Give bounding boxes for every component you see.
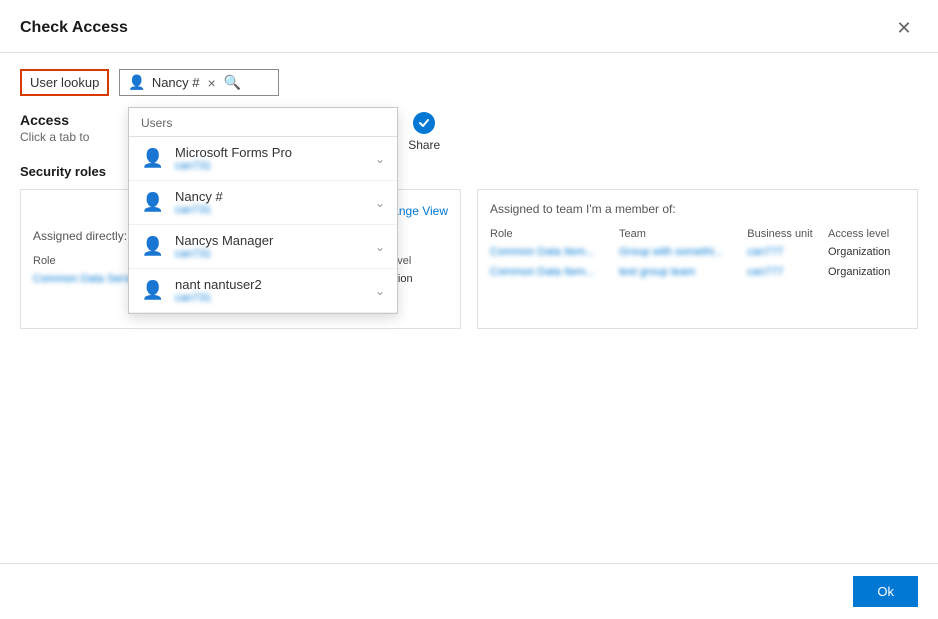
dropdown-item-sub: can731	[175, 204, 365, 216]
list-item[interactable]: 👤 Nancy # can731 ⌄	[129, 181, 397, 225]
team-cell: test group team	[619, 266, 695, 278]
dropdown-item-text: Nancys Manager can731	[175, 233, 365, 260]
role-cell: Common Data Item...	[490, 266, 595, 278]
dropdown-item-name: Nancy #	[175, 189, 365, 204]
table-row: Common Data Item... Group with somethi..…	[490, 242, 905, 262]
dropdown-item-name: nant nantuser2	[175, 277, 365, 292]
chevron-down-icon: ⌄	[375, 196, 385, 210]
col-access-level: Access level	[828, 226, 905, 242]
check-access-dialog: Check Access ✕ User lookup 👤 Nancy # × 🔍…	[0, 0, 938, 619]
dropdown-item-sub: can731	[175, 248, 365, 260]
role-cell: Common Data Item...	[490, 246, 595, 258]
access-level-cell: Organization	[828, 266, 890, 278]
dialog-body: User lookup 👤 Nancy # × 🔍 Users 👤 Micros…	[0, 53, 938, 563]
dropdown-item-sub: can731	[175, 292, 365, 304]
assigned-team-title: Assigned to team I'm a member of:	[490, 202, 905, 216]
perm-share: Share	[408, 112, 440, 152]
dropdown-header: Users	[129, 108, 397, 137]
col-role: Role	[490, 226, 619, 242]
chevron-down-icon: ⌄	[375, 240, 385, 254]
business-unit-cell: can777	[747, 246, 783, 258]
perm-check-share	[413, 112, 435, 134]
lookup-value: Nancy #	[152, 75, 200, 90]
dialog-footer: Ok	[0, 563, 938, 619]
avatar-icon: 👤	[141, 235, 165, 259]
user-dropdown-panel: Users 👤 Microsoft Forms Pro can731 ⌄ 👤	[128, 107, 398, 314]
dialog-title: Check Access	[20, 19, 128, 37]
user-lookup-row: User lookup 👤 Nancy # × 🔍 Users 👤 Micros…	[20, 69, 918, 96]
team-cell: Group with somethi...	[619, 246, 723, 258]
access-level-cell: Organization	[828, 246, 890, 258]
col-team: Team	[619, 226, 747, 242]
dropdown-item-text: Nancy # can731	[175, 189, 365, 216]
dropdown-item-text: Microsoft Forms Pro can731	[175, 145, 365, 172]
dropdown-list: 👤 Microsoft Forms Pro can731 ⌄ 👤 Nancy #…	[129, 137, 397, 313]
dropdown-item-text: nant nantuser2 can731	[175, 277, 365, 304]
perm-label-share: Share	[408, 138, 440, 152]
lookup-clear-button[interactable]: ×	[206, 75, 218, 91]
user-lookup-label: User lookup	[20, 69, 109, 96]
access-subtitle: Click a tab to	[20, 130, 89, 144]
business-unit-cell: can777	[747, 266, 783, 278]
person-icon: 👤	[128, 74, 145, 91]
dropdown-item-name: Nancys Manager	[175, 233, 365, 248]
dialog-header: Check Access ✕	[0, 0, 938, 53]
check-icon	[418, 117, 430, 129]
ok-button[interactable]: Ok	[853, 576, 918, 607]
list-item[interactable]: 👤 nant nantuser2 can731 ⌄	[129, 269, 397, 313]
lookup-search-icon[interactable]: 🔍	[224, 74, 241, 91]
list-item[interactable]: 👤 Nancys Manager can731 ⌄	[129, 225, 397, 269]
avatar-icon: 👤	[141, 279, 165, 303]
assigned-team-box: Assigned to team I'm a member of: Role T…	[477, 189, 918, 329]
dropdown-item-sub: can731	[175, 160, 365, 172]
table-row: Common Data Item... test group team can7…	[490, 262, 905, 282]
col-business-unit: Business unit	[747, 226, 828, 242]
access-title: Access	[20, 112, 89, 128]
chevron-down-icon: ⌄	[375, 152, 385, 166]
dropdown-item-name: Microsoft Forms Pro	[175, 145, 365, 160]
list-item[interactable]: 👤 Microsoft Forms Pro can731 ⌄	[129, 137, 397, 181]
close-button[interactable]: ✕	[890, 14, 918, 42]
assigned-team-table: Role Team Business unit Access level Com…	[490, 226, 905, 282]
chevron-down-icon: ⌄	[375, 284, 385, 298]
lookup-input-box[interactable]: 👤 Nancy # × 🔍	[119, 69, 279, 96]
access-text-block: Access Click a tab to	[20, 112, 89, 144]
avatar-icon: 👤	[141, 191, 165, 215]
avatar-icon: 👤	[141, 147, 165, 171]
